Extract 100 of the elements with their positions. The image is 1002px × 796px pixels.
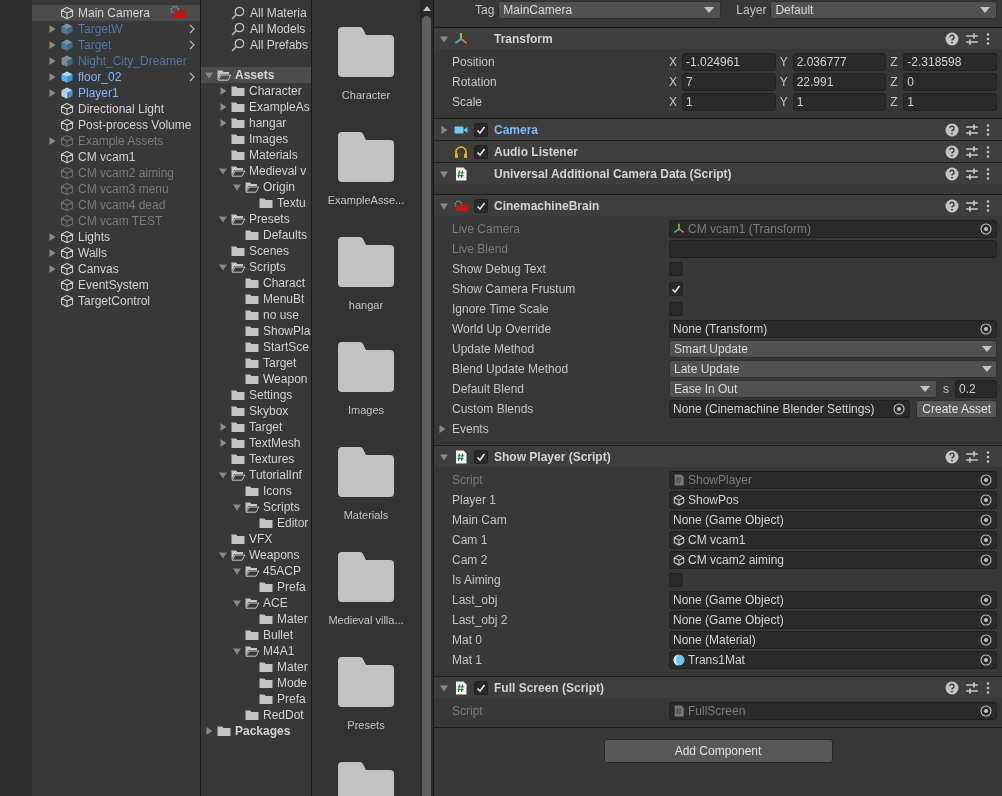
collapsed-arrow-icon[interactable] [219,439,227,447]
folder-tree-item[interactable]: MenuBt [201,291,311,307]
object-picker-icon[interactable] [980,534,992,546]
component-header[interactable]: CinemachineBrain [434,195,1002,216]
folder-tree-item[interactable]: TutorialInf [201,467,311,483]
number-field[interactable]: 7 [682,73,776,91]
object-picker-icon[interactable] [980,323,992,335]
enable-checkbox[interactable] [474,198,488,213]
folder-tree-item[interactable]: Origin [201,179,311,195]
more-options-icon[interactable] [985,166,991,181]
folder-tree-item[interactable]: Skybox [201,403,311,419]
expanded-arrow-icon[interactable] [233,599,241,607]
folder-tree-item[interactable]: hangar [201,115,311,131]
hierarchy-item[interactable]: floor_02 [32,69,200,85]
folder-tree-item[interactable]: Scripts [201,259,311,275]
enable-checkbox[interactable] [474,680,488,695]
favorite-search-item[interactable]: All Models [201,21,311,37]
folder-icon[interactable] [338,27,394,77]
object-picker-icon[interactable] [980,705,992,717]
folder-tree-item[interactable]: Icons [201,483,311,499]
folder-tree-item[interactable]: ACE [201,595,311,611]
object-picker-icon[interactable] [893,403,906,415]
expanded-arrow-icon[interactable] [440,683,448,692]
scroll-up-icon[interactable] [422,6,431,11]
collapsed-arrow-icon[interactable] [438,425,446,433]
folder-tree-item[interactable]: Mode [201,675,311,691]
folder-tree-item[interactable]: no use [201,307,311,323]
folder-tree-item[interactable]: Packages [201,723,311,739]
collapsed-arrow-icon[interactable] [219,103,227,111]
collapsed-arrow-icon[interactable] [219,87,227,95]
hierarchy-item[interactable]: Directional Light [32,101,200,117]
hierarchy-item[interactable]: Main Camera [32,5,200,21]
help-icon[interactable] [945,144,959,159]
folder-tree-item[interactable]: Assets [201,67,311,83]
add-component-button[interactable]: Add Component [603,739,833,763]
hierarchy-item[interactable]: CM vcam1 [32,149,200,165]
component-header[interactable]: Full Screen (Script) [434,677,1002,698]
checkbox[interactable] [669,282,683,296]
events-foldout[interactable]: Events [438,422,489,436]
component-header[interactable]: Audio Listener [434,141,1002,162]
sliders-icon[interactable] [965,680,979,695]
tag-dropdown[interactable]: MainCamera [498,1,722,19]
more-options-icon[interactable] [985,198,991,213]
object-picker-icon[interactable] [980,614,992,626]
enable-checkbox[interactable] [474,449,488,464]
expanded-arrow-icon[interactable] [440,34,448,43]
folder-icon[interactable] [338,342,394,392]
number-field[interactable]: 0.2 [955,380,997,398]
favorite-search-item[interactable]: All Materia [201,5,311,21]
expanded-arrow-icon[interactable] [440,201,448,210]
hierarchy-item[interactable]: EventSystem [32,277,200,293]
number-field[interactable]: 1 [682,93,776,111]
expanded-arrow-icon[interactable] [233,567,241,575]
collapsed-arrow-icon[interactable] [48,249,56,257]
object-picker-icon[interactable] [980,223,992,235]
object-picker-icon[interactable] [980,494,992,506]
component-header[interactable]: Transform [434,28,1002,49]
more-options-icon[interactable] [985,680,991,695]
number-field[interactable]: -2.318598 [903,53,997,71]
sliders-icon[interactable] [965,31,979,46]
hierarchy-item[interactable]: Canvas [32,261,200,277]
folder-icon[interactable] [338,657,394,707]
hierarchy-item[interactable]: Player1 [32,85,200,101]
hierarchy-item[interactable]: Post-process Volume [32,117,200,133]
folder-tree-item[interactable]: Defaults [201,227,311,243]
help-icon[interactable] [945,122,959,137]
collapsed-arrow-icon[interactable] [48,25,56,33]
enable-checkbox[interactable] [474,144,488,159]
hierarchy-item[interactable]: Lights [32,229,200,245]
expanded-arrow-icon[interactable] [440,452,448,461]
folder-tree-item[interactable]: TextMesh [201,435,311,451]
object-picker-icon[interactable] [980,514,992,526]
more-options-icon[interactable] [985,144,991,159]
collapsed-arrow-icon[interactable] [440,125,448,134]
help-icon[interactable] [945,31,959,46]
help-icon[interactable] [945,680,959,695]
expanded-arrow-icon[interactable] [440,169,448,178]
sliders-icon[interactable] [965,449,979,464]
collapsed-arrow-icon[interactable] [48,137,56,145]
hierarchy-item[interactable]: TargetControl [32,293,200,309]
more-options-icon[interactable] [985,449,991,464]
folder-tree-item[interactable]: Scenes [201,243,311,259]
chevron-right-icon[interactable] [189,40,195,50]
collapsed-arrow-icon[interactable] [205,727,213,735]
folder-icon[interactable] [338,237,394,287]
object-field[interactable]: Trans1Mat [669,651,997,669]
object-field[interactable]: None (Game Object) [669,591,997,609]
folder-tree-item[interactable]: 45ACP [201,563,311,579]
expanded-arrow-icon[interactable] [219,551,227,559]
create-asset-button[interactable]: Create Asset [916,400,997,418]
number-field[interactable]: 1 [903,93,997,111]
collapsed-arrow-icon[interactable] [48,73,56,81]
folder-tree-item[interactable]: Target [201,419,311,435]
sliders-icon[interactable] [965,198,979,213]
folder-tree-item[interactable]: Images [201,131,311,147]
expanded-arrow-icon[interactable] [219,167,227,175]
folder-tree-item[interactable]: RedDot [201,707,311,723]
enable-checkbox[interactable] [474,122,488,137]
sliders-icon[interactable] [965,166,979,181]
folder-tree-item[interactable]: Charact [201,275,311,291]
